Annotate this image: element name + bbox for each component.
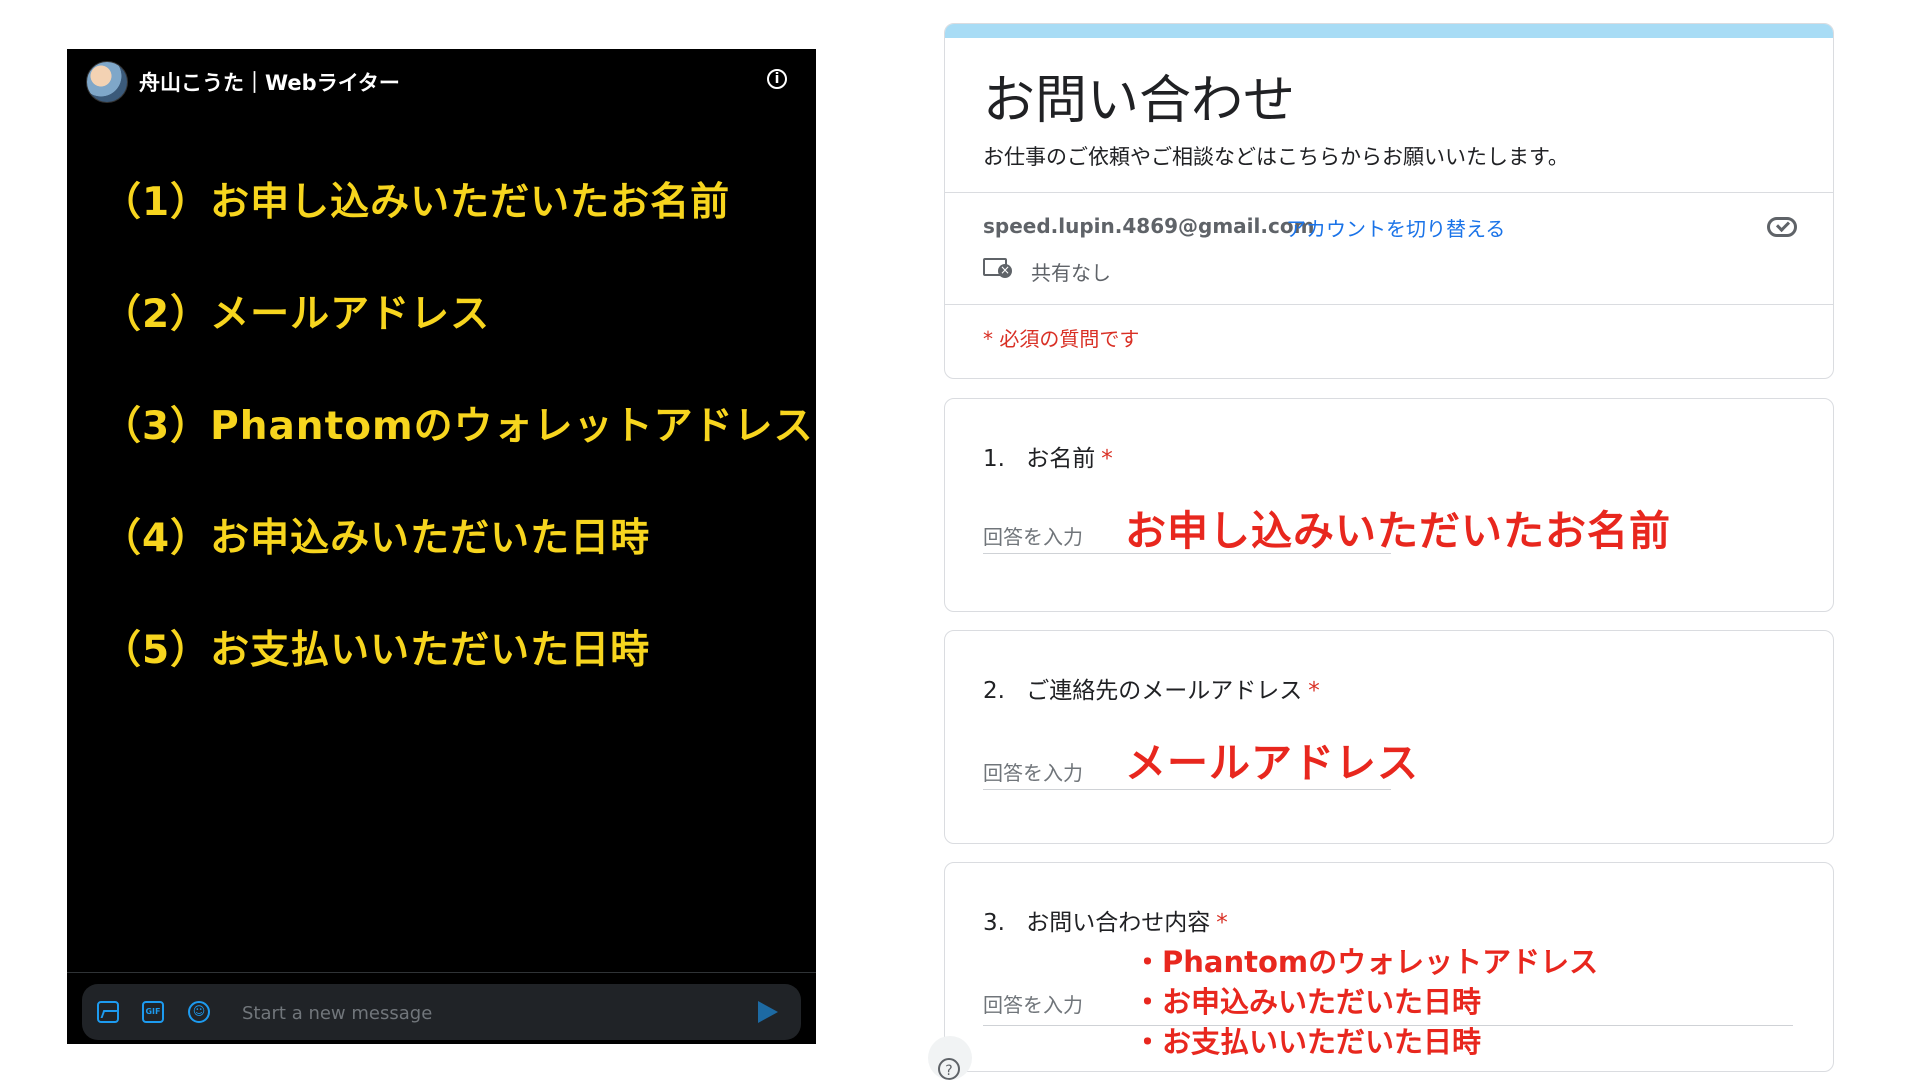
mail-off-icon bbox=[983, 258, 1012, 278]
message-line-5: （5）お支払いいただいた日時 bbox=[102, 628, 651, 673]
answer-annotation-list: ・Phantomのウォレットアドレス ・お申込みいただいた日時 ・お支払いいただ… bbox=[1133, 942, 1598, 1062]
message-input[interactable] bbox=[240, 1000, 724, 1026]
message-line-2: （2）メールアドレス bbox=[102, 292, 491, 337]
avatar[interactable] bbox=[86, 61, 128, 103]
emoji-icon[interactable]: ☺ bbox=[188, 1001, 210, 1023]
required-star: * bbox=[1216, 910, 1228, 936]
composer-divider bbox=[67, 972, 816, 973]
cloud-saved-icon bbox=[1767, 217, 1797, 237]
answer-annotation-line: ・Phantomのウォレットアドレス bbox=[1133, 945, 1599, 979]
dm-panel: 舟山こうた｜Webライター i （1）お申し込みいただいたお名前 （2）メールア… bbox=[67, 49, 816, 1044]
help-button[interactable]: ? bbox=[928, 1036, 972, 1080]
image-icon[interactable] bbox=[97, 1001, 119, 1023]
form-title: お問い合わせ bbox=[983, 71, 1296, 131]
info-icon[interactable]: i bbox=[767, 69, 787, 89]
answer-annotation-line: ・お支払いいただいた日時 bbox=[1133, 1025, 1482, 1059]
question-number: 2. bbox=[983, 678, 1005, 704]
question-title: 3. お問い合わせ内容 * bbox=[983, 903, 1228, 937]
answer-annotation: メールアドレス bbox=[1125, 739, 1419, 787]
header-divider-2 bbox=[945, 304, 1833, 305]
form-description: お仕事のご依頼やご相談などはこちらからお願いいたします。 bbox=[983, 145, 1569, 169]
switch-account-link[interactable]: アカウントを切り替える bbox=[1286, 213, 1505, 242]
answer-placeholder[interactable]: 回答を入力 bbox=[983, 757, 1083, 786]
required-note: * 必須の質問です bbox=[983, 327, 1140, 351]
help-icon: ? bbox=[938, 1058, 960, 1080]
required-star: * bbox=[1101, 446, 1113, 472]
message-composer: GIF ☺ bbox=[82, 984, 801, 1040]
question-title: 1. お名前 * bbox=[983, 439, 1113, 473]
conversation-name[interactable]: 舟山こうた｜Webライター bbox=[139, 67, 400, 97]
question-label: ご連絡先のメールアドレス bbox=[1026, 678, 1303, 704]
question-card-email: 2. ご連絡先のメールアドレス * 回答を入力 メールアドレス bbox=[944, 630, 1834, 844]
message-line-4: （4）お申込みいただいた日時 bbox=[102, 516, 651, 561]
share-status: 共有なし bbox=[1031, 261, 1111, 285]
question-number: 3. bbox=[983, 910, 1005, 936]
question-card-name: 1. お名前 * 回答を入力 お申し込みいただいたお名前 bbox=[944, 398, 1834, 612]
message-line-1: （1）お申し込みいただいたお名前 bbox=[102, 180, 731, 225]
account-email: speed.lupin.4869@gmail.com bbox=[983, 214, 1315, 238]
answer-annotation: お申し込みいただいたお名前 bbox=[1125, 507, 1671, 555]
question-label: お問い合わせ内容 bbox=[1026, 910, 1211, 936]
form-header-bar bbox=[945, 24, 1833, 38]
form-header-card: お問い合わせ お仕事のご依頼やご相談などはこちらからお願いいたします。 spee… bbox=[944, 23, 1834, 379]
dm-header: 舟山こうた｜Webライター i bbox=[67, 49, 816, 113]
answer-underline bbox=[983, 789, 1391, 790]
required-star: * bbox=[1308, 678, 1320, 704]
question-title: 2. ご連絡先のメールアドレス * bbox=[983, 671, 1320, 705]
answer-annotation-line: ・お申込みいただいた日時 bbox=[1133, 985, 1482, 1019]
message-line-3: （3）Phantomのウォレットアドレス bbox=[102, 404, 814, 449]
question-label: お名前 bbox=[1026, 446, 1096, 472]
question-number: 1. bbox=[983, 446, 1005, 472]
answer-placeholder[interactable]: 回答を入力 bbox=[983, 989, 1083, 1018]
answer-placeholder[interactable]: 回答を入力 bbox=[983, 521, 1083, 550]
question-card-inquiry: 3. お問い合わせ内容 * 回答を入力 ・Phantomのウォレットアドレス ・お… bbox=[944, 862, 1834, 1072]
header-divider bbox=[945, 192, 1833, 193]
send-icon[interactable] bbox=[758, 1001, 778, 1023]
gif-icon[interactable]: GIF bbox=[142, 1001, 164, 1023]
